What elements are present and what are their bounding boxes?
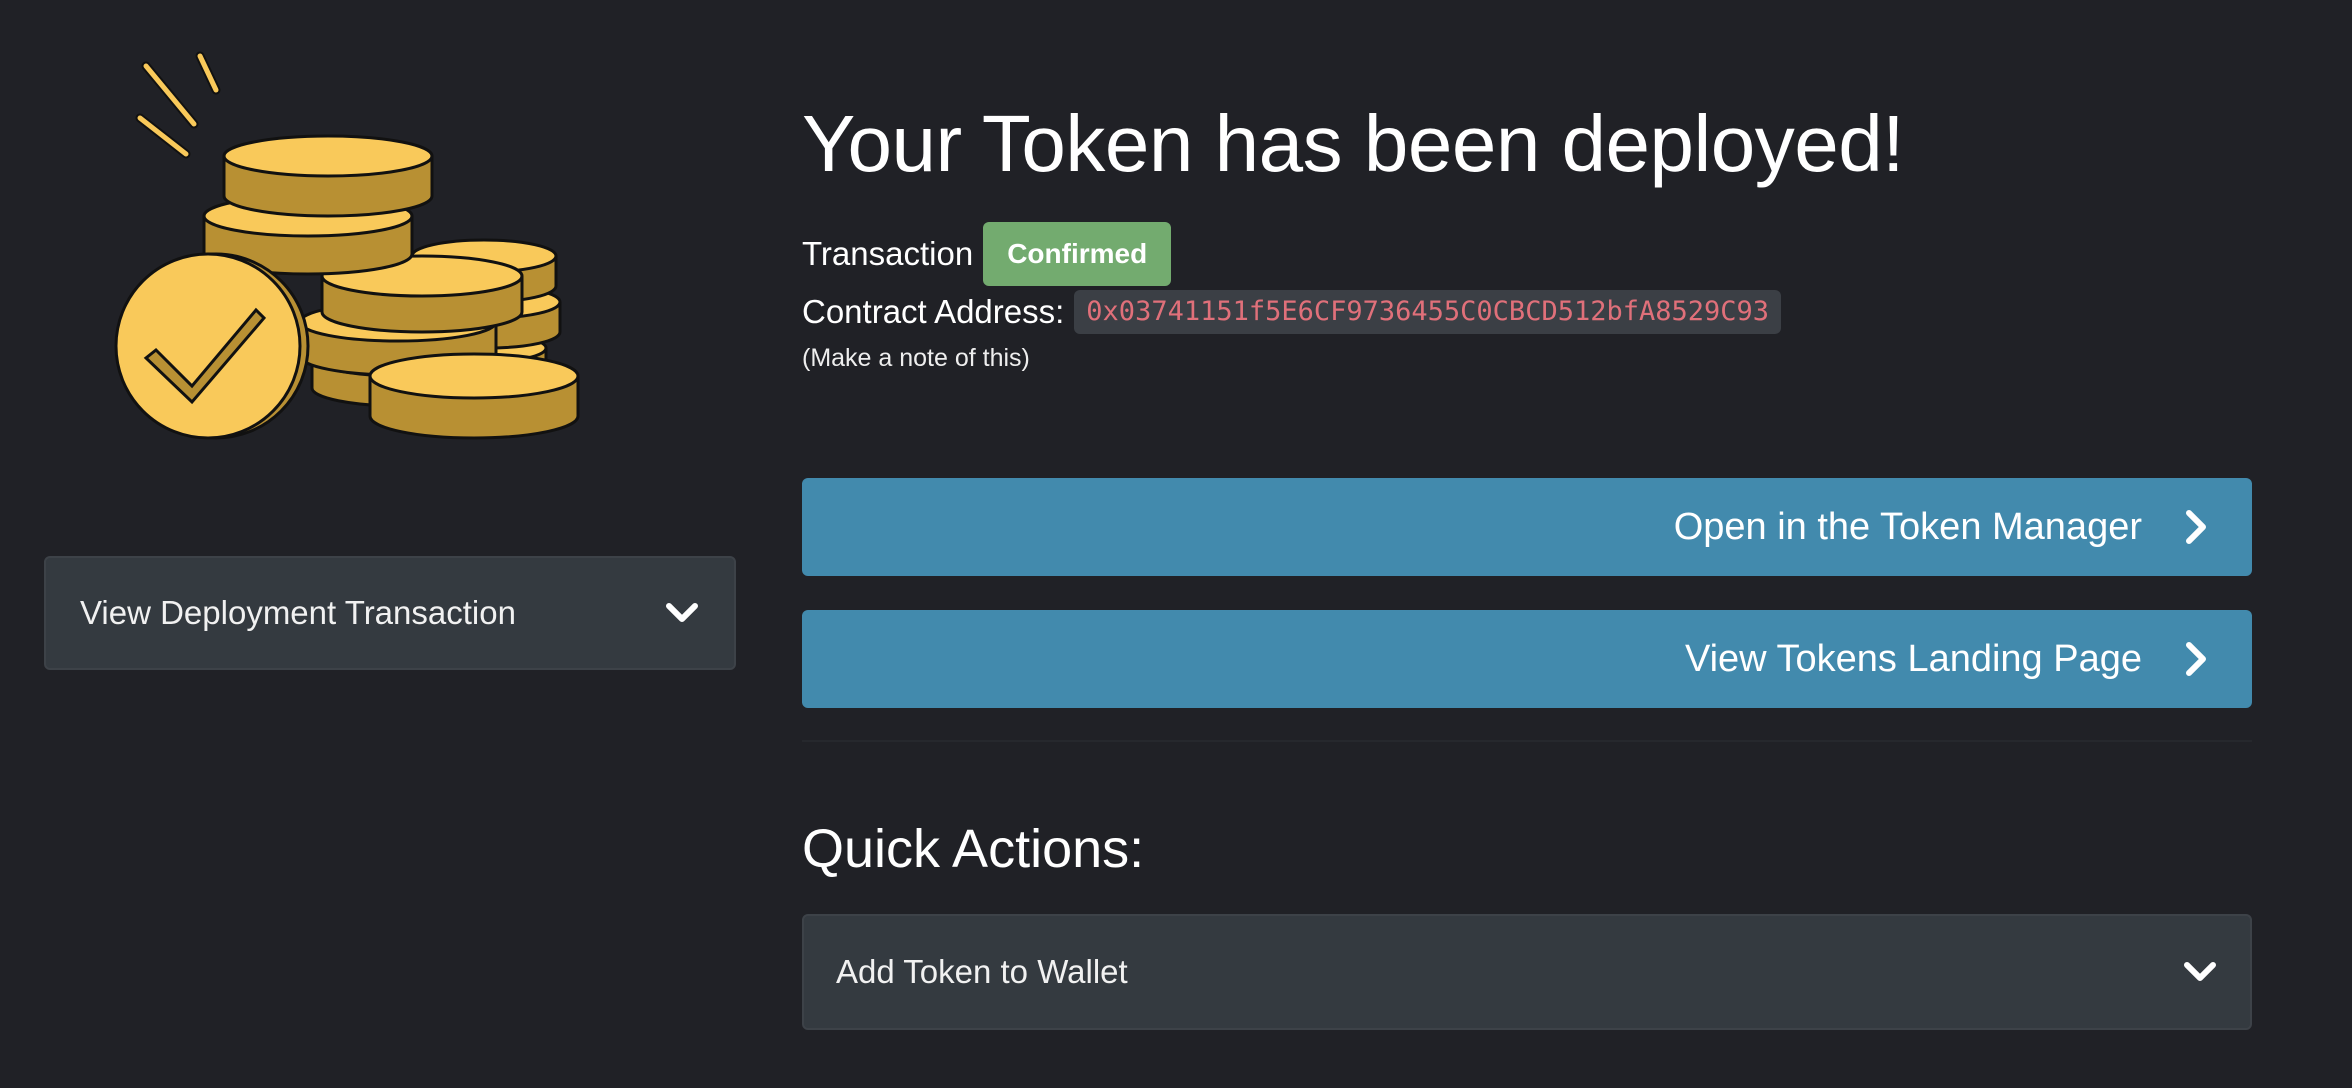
chevron-down-icon bbox=[662, 593, 702, 633]
section-divider bbox=[802, 740, 2252, 742]
deployment-panel-label: View Deployment Transaction bbox=[80, 594, 516, 631]
coins-stack-checkmark-icon bbox=[114, 51, 580, 440]
contract-address-label: Contract Address: bbox=[802, 293, 1065, 330]
open-token-manager-label: Open in the Token Manager bbox=[1673, 505, 2142, 548]
chevron-down-icon bbox=[2180, 952, 2220, 992]
transaction-status-row: Transaction Confirmed bbox=[802, 222, 1172, 286]
add-token-to-wallet-panel[interactable]: Add Token to Wallet bbox=[802, 914, 2252, 1030]
open-token-manager-button[interactable]: Open in the Token Manager bbox=[802, 478, 2252, 576]
transaction-label: Transaction bbox=[802, 235, 974, 272]
status-badge: Confirmed bbox=[983, 222, 1172, 286]
deploy-success-page: View Deployment Transaction Your Token h… bbox=[0, 0, 2352, 1088]
contract-address-row: Contract Address: 0x03741151f5E6CF973645… bbox=[802, 288, 1782, 336]
chevron-right-icon bbox=[2176, 507, 2216, 547]
view-tokens-landing-page-button[interactable]: View Tokens Landing Page bbox=[802, 610, 2252, 708]
add-token-to-wallet-label: Add Token to Wallet bbox=[836, 953, 1128, 990]
page-title: Your Token has been deployed! bbox=[802, 99, 1904, 188]
chevron-right-icon bbox=[2176, 639, 2216, 679]
contract-address-value[interactable]: 0x03741151f5E6CF9736455C0CBCD512bfA8529C… bbox=[1074, 290, 1782, 334]
view-deployment-transaction-panel[interactable]: View Deployment Transaction bbox=[44, 556, 736, 670]
view-tokens-landing-page-label: View Tokens Landing Page bbox=[1684, 637, 2142, 680]
contract-address-note: (Make a note of this) bbox=[802, 344, 1030, 372]
quick-actions-title: Quick Actions: bbox=[802, 819, 1145, 879]
